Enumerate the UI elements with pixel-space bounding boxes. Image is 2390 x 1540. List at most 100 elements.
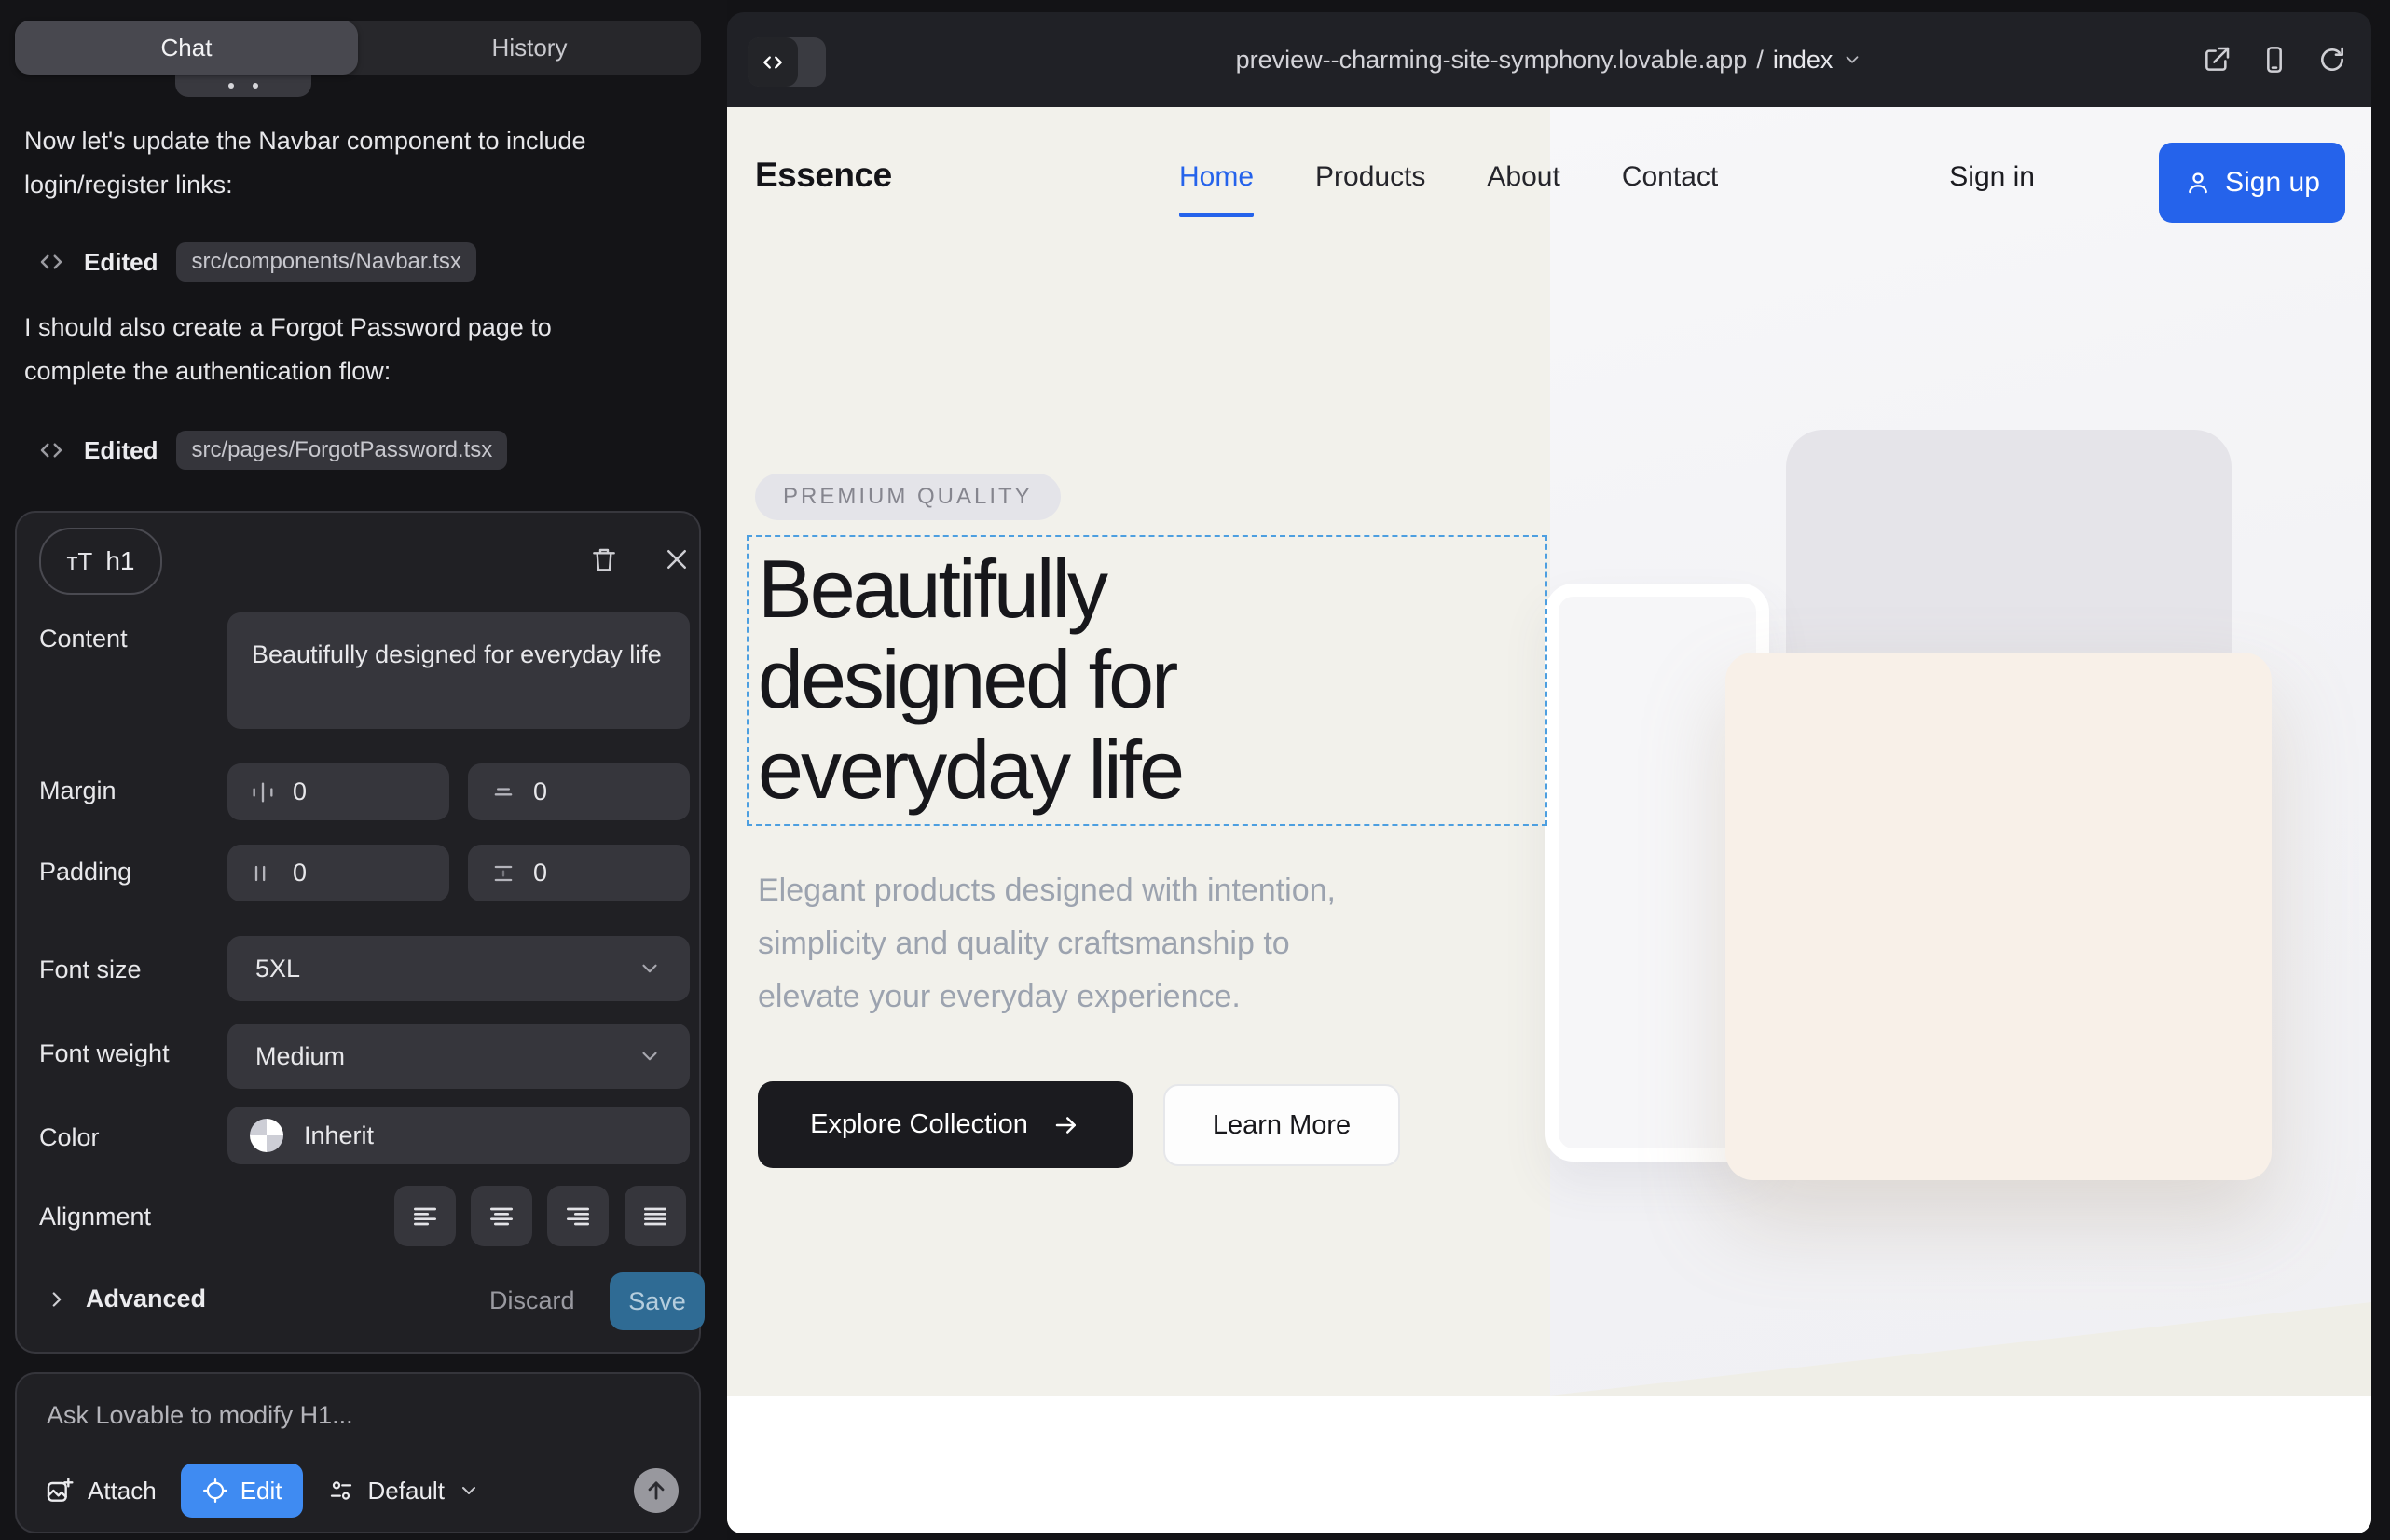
margin-y-input[interactable]: 0 [468, 763, 690, 820]
explore-collection-label: Explore Collection [810, 1109, 1028, 1140]
hero-description: Elegant products designed with intention… [758, 864, 1336, 1024]
chat-panel: Chat History Now let's update the Navbar… [0, 0, 727, 1540]
edit-label: Edit [240, 1477, 282, 1506]
text-size-icon: тT [67, 547, 93, 576]
url-domain: preview--charming-site-symphony.lovable.… [1236, 46, 1748, 75]
delete-element-button[interactable] [584, 539, 625, 580]
align-center-button[interactable] [471, 1186, 532, 1246]
align-center-icon [487, 1202, 516, 1231]
hero-heading-line: everyday life [758, 724, 1182, 815]
mode-selector[interactable]: Default [327, 1477, 480, 1506]
decorative-wedge [1550, 1302, 2371, 1396]
padding-vertical-icon [490, 860, 516, 887]
align-justify-button[interactable] [625, 1186, 686, 1246]
align-left-icon [410, 1202, 440, 1231]
code-icon [37, 248, 65, 276]
padding-y-value: 0 [533, 859, 547, 887]
margin-x-value: 0 [293, 777, 307, 806]
browser-topbar: preview--charming-site-symphony.lovable.… [727, 12, 2371, 107]
arrow-right-icon [1052, 1111, 1080, 1139]
color-swatch-transparent [250, 1119, 283, 1152]
user-icon [2184, 169, 2212, 197]
padding-label: Padding [39, 858, 131, 887]
chat-composer: Attach Edit Default [15, 1372, 701, 1533]
color-label: Color [39, 1123, 100, 1152]
sign-up-label: Sign up [2225, 167, 2320, 199]
align-right-button[interactable] [547, 1186, 609, 1246]
font-size-value: 5XL [255, 955, 300, 983]
selected-element-tag[interactable]: тT h1 [39, 528, 162, 595]
element-tag-label: h1 [105, 546, 134, 576]
mobile-view-button[interactable] [2260, 45, 2289, 75]
url-bar[interactable]: preview--charming-site-symphony.lovable.… [727, 12, 2371, 107]
discard-button[interactable]: Discard [489, 1286, 575, 1315]
close-editor-button[interactable] [656, 539, 697, 580]
margin-label: Margin [39, 777, 117, 805]
refresh-icon [2317, 45, 2347, 75]
url-page: index [1773, 46, 1834, 75]
hero-section: Essence Home Products About Contact Sign… [727, 107, 2371, 1396]
margin-vertical-icon [490, 779, 516, 805]
code-icon [37, 436, 65, 464]
font-size-select[interactable]: 5XL [227, 936, 690, 1001]
align-left-button[interactable] [394, 1186, 456, 1246]
mode-label: Default [368, 1477, 445, 1506]
content-label: Content [39, 625, 128, 653]
refresh-button[interactable] [2317, 45, 2347, 75]
section-below-hero [727, 1396, 2371, 1533]
edited-file-row: Edited src/components/Navbar.tsx [37, 241, 476, 283]
send-button[interactable] [634, 1468, 679, 1513]
color-picker-field[interactable]: Inherit [227, 1107, 690, 1164]
hero-heading[interactable]: Beautifully designed for everyday life [758, 543, 1182, 815]
open-external-button[interactable] [2202, 45, 2232, 75]
attach-label: Attach [88, 1477, 157, 1506]
align-justify-icon [640, 1202, 670, 1231]
explore-collection-button[interactable]: Explore Collection [758, 1081, 1133, 1168]
save-button[interactable]: Save [610, 1272, 705, 1330]
external-link-icon [2202, 45, 2232, 75]
nav-home[interactable]: Home [1179, 161, 1254, 193]
padding-y-input[interactable]: 0 [468, 845, 690, 901]
edited-file-row: Edited src/pages/ForgotPassword.tsx [37, 429, 507, 472]
hero-description-line: elevate your everyday experience. [758, 970, 1336, 1024]
nav-about[interactable]: About [1487, 161, 1559, 193]
padding-x-input[interactable]: 0 [227, 845, 449, 901]
hero-heading-line: Beautifully [758, 543, 1182, 634]
hero-heading-line: designed for [758, 634, 1182, 724]
padding-horizontal-icon [250, 860, 276, 887]
chevron-down-icon [638, 1044, 662, 1068]
alignment-label: Alignment [39, 1203, 151, 1231]
margin-horizontal-icon [250, 779, 276, 805]
image-plus-icon [45, 1476, 75, 1506]
sign-up-button[interactable]: Sign up [2159, 143, 2345, 223]
content-input[interactable]: Beautifully designed for everyday life [227, 612, 690, 729]
edit-mode-button[interactable]: Edit [181, 1464, 303, 1518]
margin-y-value: 0 [533, 777, 547, 806]
attach-button[interactable]: Attach [45, 1476, 157, 1506]
edited-file-chip[interactable]: src/components/Navbar.tsx [176, 242, 475, 282]
advanced-label: Advanced [86, 1285, 206, 1313]
advanced-toggle[interactable]: Advanced [45, 1285, 206, 1313]
color-value: Inherit [304, 1121, 374, 1150]
website-preview: Essence Home Products About Contact Sign… [727, 107, 2371, 1533]
font-weight-select[interactable]: Medium [227, 1024, 690, 1089]
site-logo[interactable]: Essence [755, 156, 892, 195]
font-size-label: Font size [39, 956, 142, 984]
learn-more-button[interactable]: Learn More [1163, 1084, 1400, 1166]
trash-icon [589, 544, 619, 574]
tab-chat[interactable]: Chat [15, 21, 358, 75]
tab-history[interactable]: History [358, 21, 701, 75]
font-weight-value: Medium [255, 1042, 345, 1071]
arrow-up-icon [643, 1478, 669, 1504]
margin-x-input[interactable]: 0 [227, 763, 449, 820]
composer-input[interactable] [45, 1400, 608, 1431]
sign-in-link[interactable]: Sign in [1949, 161, 2035, 193]
chat-message: I should also create a Forgot Password p… [24, 306, 639, 393]
nav-contact[interactable]: Contact [1622, 161, 1718, 193]
edited-file-chip[interactable]: src/pages/ForgotPassword.tsx [176, 431, 507, 470]
chat-message: Now let's update the Navbar component to… [24, 119, 639, 207]
chat-history-tabs: Chat History [15, 21, 701, 75]
crosshair-icon [201, 1477, 229, 1505]
nav-products[interactable]: Products [1315, 161, 1425, 193]
edit-action-label: Edited [84, 436, 158, 465]
